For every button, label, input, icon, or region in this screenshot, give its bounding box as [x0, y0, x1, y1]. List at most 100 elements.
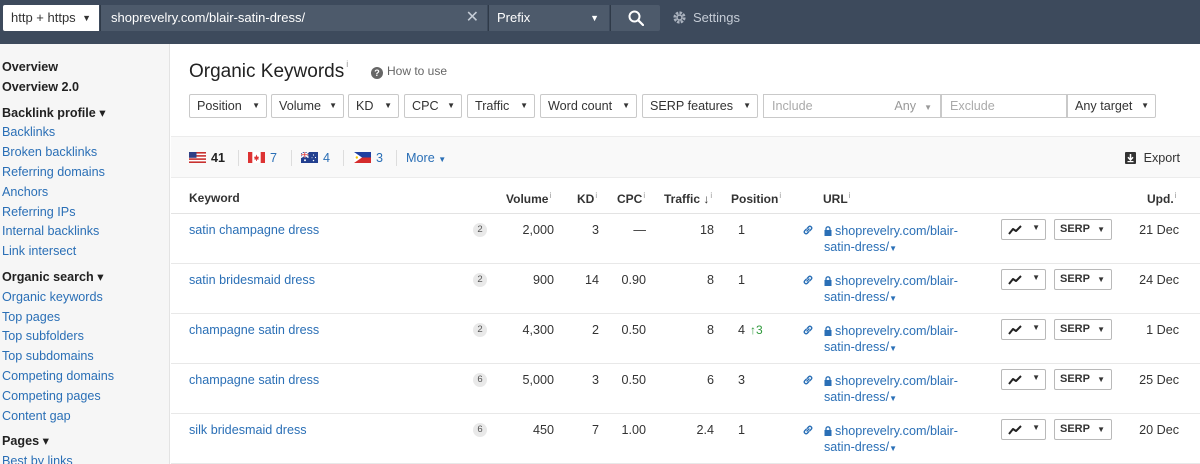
sidebar-item-13[interactable]: Top subfolders — [0, 327, 169, 347]
position-number: 4 — [738, 323, 746, 337]
include-any-label: Any — [894, 99, 917, 113]
chevron-down-icon: ▼ — [743, 101, 751, 110]
exclude-input[interactable]: Exclude — [941, 94, 1067, 118]
any-target-select[interactable]: Any target ▼ — [1067, 94, 1156, 118]
header-label: Keyword — [189, 191, 240, 205]
export-button[interactable]: Export — [1124, 150, 1180, 166]
sidebar-item-4[interactable]: Broken backlinks — [0, 143, 169, 163]
protocol-select[interactable]: http + https ▼ — [3, 5, 99, 31]
header-traffic[interactable]: Traffic ↓i — [664, 191, 712, 206]
serp-button[interactable]: SERP ▼ — [1054, 219, 1112, 240]
sidebar-item-10[interactable]: Organic search ▾ — [0, 268, 169, 288]
how-to-use-label: How to use — [387, 64, 448, 78]
keyword-link[interactable]: champagne satin dress — [189, 373, 319, 387]
settings-button[interactable]: Settings — [672, 5, 740, 31]
filter-volume[interactable]: Volume ▼ — [271, 94, 344, 118]
cpc-value: 0.90 — [621, 273, 646, 287]
chart-button[interactable]: ▼ — [1001, 269, 1046, 290]
info-icon[interactable]: i — [346, 59, 348, 69]
sidebar-item-12[interactable]: Top pages — [0, 308, 169, 328]
sidebar-item-11[interactable]: Organic keywords — [0, 288, 169, 308]
serp-button[interactable]: SERP ▼ — [1054, 419, 1112, 440]
external-link-icon[interactable] — [802, 424, 814, 436]
chart-button[interactable]: ▼ — [1001, 369, 1046, 390]
sidebar-item-6[interactable]: Anchors — [0, 183, 169, 203]
search-button[interactable] — [610, 5, 660, 31]
header-volume[interactable]: Volumei — [506, 191, 551, 206]
header-url[interactable]: URLi — [823, 191, 850, 206]
url-link[interactable]: shoprevelry.com/blair-satin-dress/▼ — [824, 423, 984, 457]
chevron-down-icon[interactable]: ▼ — [889, 344, 897, 353]
chevron-down-icon[interactable]: ▼ — [889, 444, 897, 453]
external-link-icon[interactable] — [802, 374, 814, 386]
external-link-icon[interactable] — [802, 224, 814, 236]
chevron-down-icon: ▼ — [438, 155, 447, 164]
sidebar-item-17[interactable]: Content gap — [0, 407, 169, 427]
keyword-link[interactable]: satin bridesmaid dress — [189, 273, 315, 287]
sidebar-item-9[interactable]: Link intersect — [0, 242, 169, 262]
header-position[interactable]: Positioni — [731, 191, 781, 206]
chart-button[interactable]: ▼ — [1001, 219, 1046, 240]
url-link[interactable]: shoprevelry.com/blair-satin-dress/▼ — [824, 223, 984, 257]
more-countries-dropdown[interactable]: More ▼ — [406, 150, 446, 168]
chevron-down-icon: ▼ — [447, 101, 455, 110]
header-kd[interactable]: KDi — [577, 191, 597, 206]
chart-button[interactable]: ▼ — [1001, 319, 1046, 340]
top-bar: http + https ▼ shoprevelry.com/blair-sat… — [0, 0, 1200, 44]
close-icon[interactable]: ✕ — [466, 5, 479, 31]
external-link-icon[interactable] — [802, 274, 814, 286]
filter-kd[interactable]: KD ▼ — [348, 94, 399, 118]
more-label: More — [406, 151, 435, 165]
sidebar-item-0[interactable]: Overview — [0, 58, 169, 78]
serp-button[interactable]: SERP ▼ — [1054, 319, 1112, 340]
sidebar-item-8[interactable]: Internal backlinks — [0, 222, 169, 242]
url-link[interactable]: shoprevelry.com/blair-satin-dress/▼ — [824, 323, 984, 357]
filter-traffic[interactable]: Traffic ▼ — [467, 94, 535, 118]
include-any-select[interactable]: Any ▼ — [894, 95, 932, 119]
sidebar-item-3[interactable]: Backlinks — [0, 123, 169, 143]
keyword-link[interactable]: champagne satin dress — [189, 323, 319, 337]
header-cpc[interactable]: CPCi — [617, 191, 645, 206]
sidebar-item-18[interactable]: Pages ▾ — [0, 432, 169, 452]
sidebar-item-1[interactable]: Overview 2.0 — [0, 78, 169, 98]
filter-serp-features[interactable]: SERP features ▼ — [642, 94, 758, 118]
include-input[interactable]: Include Any ▼ — [763, 94, 941, 118]
external-link-icon[interactable] — [802, 324, 814, 336]
info-icon: i — [595, 191, 598, 200]
serp-button[interactable]: SERP ▼ — [1054, 269, 1112, 290]
country-us[interactable]: 41 — [189, 150, 225, 166]
keyword-link[interactable]: silk bridesmaid dress — [189, 423, 307, 437]
sidebar-item-19[interactable]: Best by links — [0, 452, 169, 464]
country-count: 7 — [270, 151, 278, 165]
url-input[interactable]: shoprevelry.com/blair-satin-dress/ ✕ — [100, 5, 487, 31]
volume-value: 900 — [532, 273, 554, 287]
sidebar-item-5[interactable]: Referring domains — [0, 163, 169, 183]
keyword-link[interactable]: satin champagne dress — [189, 223, 319, 237]
chart-button[interactable]: ▼ — [1001, 419, 1046, 440]
country-ph[interactable]: 3 — [354, 150, 383, 166]
sidebar-item-2[interactable]: Backlink profile ▾ — [0, 104, 169, 124]
filter-cpc[interactable]: CPC ▼ — [404, 94, 462, 118]
sidebar-item-15[interactable]: Competing domains — [0, 367, 169, 387]
filter-label: Position — [197, 99, 242, 113]
mode-select[interactable]: Prefix ▼ — [488, 5, 609, 31]
how-to-use-link[interactable]: ? How to use — [371, 64, 447, 79]
country-au[interactable]: 4 — [301, 150, 330, 166]
serp-button[interactable]: SERP ▼ — [1054, 369, 1112, 390]
filter-word-count[interactable]: Word count ▼ — [540, 94, 637, 118]
country-ca[interactable]: 7 — [248, 150, 277, 166]
sidebar-item-16[interactable]: Competing pages — [0, 387, 169, 407]
url-link[interactable]: shoprevelry.com/blair-satin-dress/▼ — [824, 273, 984, 307]
chevron-down-icon[interactable]: ▼ — [889, 244, 897, 253]
chevron-down-icon: ▼ — [520, 101, 528, 110]
url-link[interactable]: shoprevelry.com/blair-satin-dress/▼ — [824, 373, 984, 407]
chevron-down-icon[interactable]: ▼ — [889, 394, 897, 403]
position-change: ↑3 — [750, 323, 763, 337]
chevron-down-icon[interactable]: ▼ — [889, 294, 897, 303]
sidebar-item-14[interactable]: Top subdomains — [0, 347, 169, 367]
sidebar-item-7[interactable]: Referring IPs — [0, 203, 169, 223]
header-keyword[interactable]: Keyword — [189, 191, 240, 205]
filter-position[interactable]: Position ▼ — [189, 94, 267, 118]
serp-label: SERP — [1060, 423, 1090, 435]
header-upd[interactable]: Upd.i — [1147, 191, 1176, 206]
